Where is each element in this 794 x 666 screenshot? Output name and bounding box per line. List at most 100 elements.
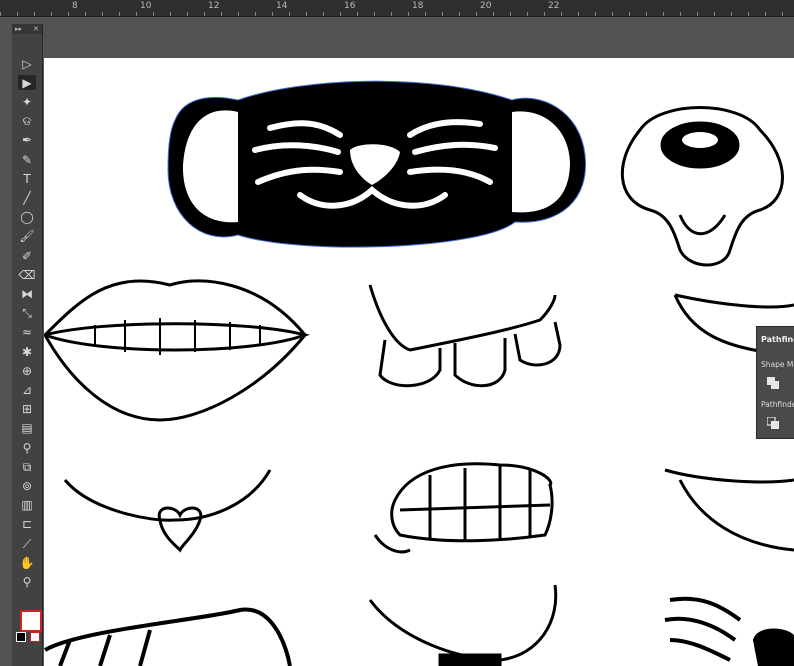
pen-tool[interactable]: ✒ xyxy=(18,133,36,148)
ruler-tick xyxy=(204,12,205,16)
slice-icon: ⟋ xyxy=(22,536,32,551)
warp-tool[interactable]: ≈ xyxy=(18,325,36,340)
collapse-icon[interactable]: ▸▸ xyxy=(15,25,22,33)
type-icon: T xyxy=(23,171,31,186)
ellipse-tool[interactable]: ◯ xyxy=(18,210,36,225)
gradient-tool[interactable]: ▤ xyxy=(18,421,36,436)
none-color-icon[interactable] xyxy=(30,632,40,642)
direct-selection-tool[interactable]: ▶ xyxy=(18,75,36,91)
shape-builder-tool[interactable]: ⊕ xyxy=(18,363,36,378)
tools-panel-grip[interactable]: ▸▸ ✕ xyxy=(12,24,42,34)
ruler-tick xyxy=(476,12,477,16)
ruler-label: 14 xyxy=(276,1,288,11)
ruler-tick xyxy=(374,12,375,16)
reflect-tool[interactable]: ⧓ xyxy=(18,286,36,301)
bottom-right-artwork xyxy=(664,596,794,666)
ruler-tick xyxy=(357,12,358,16)
puppet-warp-tool[interactable]: ✱ xyxy=(18,344,36,359)
ruler-label: 16 xyxy=(344,1,356,11)
artboard-canvas[interactable] xyxy=(44,58,794,666)
pathfinder-tab[interactable]: Pathfinde xyxy=(761,335,794,344)
curvature-tool[interactable]: ✎ xyxy=(18,152,36,167)
paintbrush-tool[interactable]: 🖌 xyxy=(18,229,36,244)
ruler-tick xyxy=(680,12,681,16)
ruler-tick xyxy=(731,12,732,16)
ruler-tick xyxy=(170,12,171,16)
ruler-tick xyxy=(119,12,120,16)
ruler-tick xyxy=(0,12,1,16)
shape-modes-label: Shape Mo xyxy=(761,360,794,369)
type-tool[interactable]: T xyxy=(18,171,36,186)
ruler-label: 10 xyxy=(140,1,152,11)
ruler-tick xyxy=(272,12,273,16)
ruler-tick xyxy=(68,12,69,16)
magic-wand-tool[interactable]: ✦ xyxy=(18,94,36,109)
ruler-tick xyxy=(782,12,783,16)
ruler-tick xyxy=(459,12,460,16)
ruler-tick xyxy=(221,12,222,16)
ruler-tick xyxy=(646,12,647,16)
tools-panel[interactable]: ▸▸ ✕ ▷ ▶ ✦ ଡ ✒ ✎ T ╱ ◯ 🖌 ✐ ⌫ ⧓ ⤡ ≈ ✱ ⊕ ⊿ ⊞ ▤ ⚲ ⧉ ⊚ ▥ ⊏ ⟋ ✋ ⚲ xyxy=(12,24,43,666)
blob-brush-tool[interactable]: ✐ xyxy=(18,248,36,263)
close-icon[interactable]: ✕ xyxy=(33,25,39,33)
fill-stroke-swatch[interactable] xyxy=(20,610,42,632)
symbol-sprayer-tool[interactable]: ⊚ xyxy=(18,478,36,493)
divide-icon[interactable] xyxy=(767,417,779,429)
paintbrush-icon: 🖌 xyxy=(19,229,35,244)
default-colors-icon[interactable] xyxy=(16,632,26,642)
pathfinder-panel[interactable]: Pathfinde Shape Mo Pathfinde xyxy=(756,326,794,439)
column-graph-tool[interactable]: ▥ xyxy=(18,498,36,513)
symbol-sprayer-icon: ⊚ xyxy=(21,478,33,493)
zoom-tool[interactable]: ⚲ xyxy=(18,574,36,589)
scale-tool[interactable]: ⤡ xyxy=(18,306,36,321)
artboard-icon: ⊏ xyxy=(21,517,33,532)
ruler-tick xyxy=(442,12,443,16)
eraser-tool[interactable]: ⌫ xyxy=(18,267,36,282)
ruler-tick xyxy=(34,12,35,16)
ruler-tick xyxy=(238,12,239,16)
tongue-mouth-artwork xyxy=(620,106,784,267)
lasso-icon: ଡ xyxy=(22,114,32,129)
shape-builder-icon: ⊕ xyxy=(21,363,33,378)
artboard-tool[interactable]: ⊏ xyxy=(18,517,36,532)
curvature-icon: ✎ xyxy=(21,152,33,167)
line-segment-tool[interactable]: ╱ xyxy=(18,190,36,205)
magic-wand-icon: ✦ xyxy=(21,94,33,109)
blend-tool[interactable]: ⧉ xyxy=(18,459,36,474)
ruler-tick xyxy=(578,12,579,16)
eyedropper-icon: ⚲ xyxy=(22,440,32,455)
scale-icon: ⤡ xyxy=(22,306,32,321)
eyedropper-tool[interactable]: ⚲ xyxy=(18,440,36,455)
ruler-tick xyxy=(255,12,256,16)
ruler-label: 12 xyxy=(208,1,220,11)
control-bar xyxy=(0,17,794,57)
perspective-grid-tool[interactable]: ⊿ xyxy=(18,382,36,397)
slice-tool[interactable]: ⟋ xyxy=(18,536,36,551)
gradient-icon: ▤ xyxy=(21,421,33,436)
lasso-tool[interactable]: ଡ xyxy=(18,114,36,129)
big-grin-artwork xyxy=(664,468,794,552)
ruler-tick xyxy=(561,12,562,16)
warp-icon: ≈ xyxy=(21,325,33,340)
direct-selection-icon: ▶ xyxy=(22,75,32,90)
ruler-tick xyxy=(765,12,766,16)
artwork[interactable] xyxy=(44,58,794,666)
ruler-tick xyxy=(629,12,630,16)
reflect-icon: ⧓ xyxy=(21,286,33,301)
hand-tool[interactable]: ✋ xyxy=(18,555,36,570)
ruler-tick xyxy=(306,12,307,16)
horizontal-ruler[interactable]: 8 10 12 14 16 18 20 22 xyxy=(0,0,794,17)
ruler-tick xyxy=(612,12,613,16)
mesh-tool[interactable]: ⊞ xyxy=(18,402,36,417)
unite-icon[interactable] xyxy=(767,377,779,389)
ruler-tick xyxy=(697,12,698,16)
bottom-center-artwork xyxy=(368,584,558,666)
ruler-tick xyxy=(85,12,86,16)
ruler-label: 8 xyxy=(72,1,78,11)
line-segment-icon: ╱ xyxy=(23,190,31,205)
ellipse-icon: ◯ xyxy=(20,210,34,225)
ruler-tick xyxy=(493,12,494,16)
selection-tool[interactable]: ▷ xyxy=(18,56,36,71)
perspective-grid-icon: ⊿ xyxy=(21,382,33,397)
eraser-icon: ⌫ xyxy=(18,267,36,282)
